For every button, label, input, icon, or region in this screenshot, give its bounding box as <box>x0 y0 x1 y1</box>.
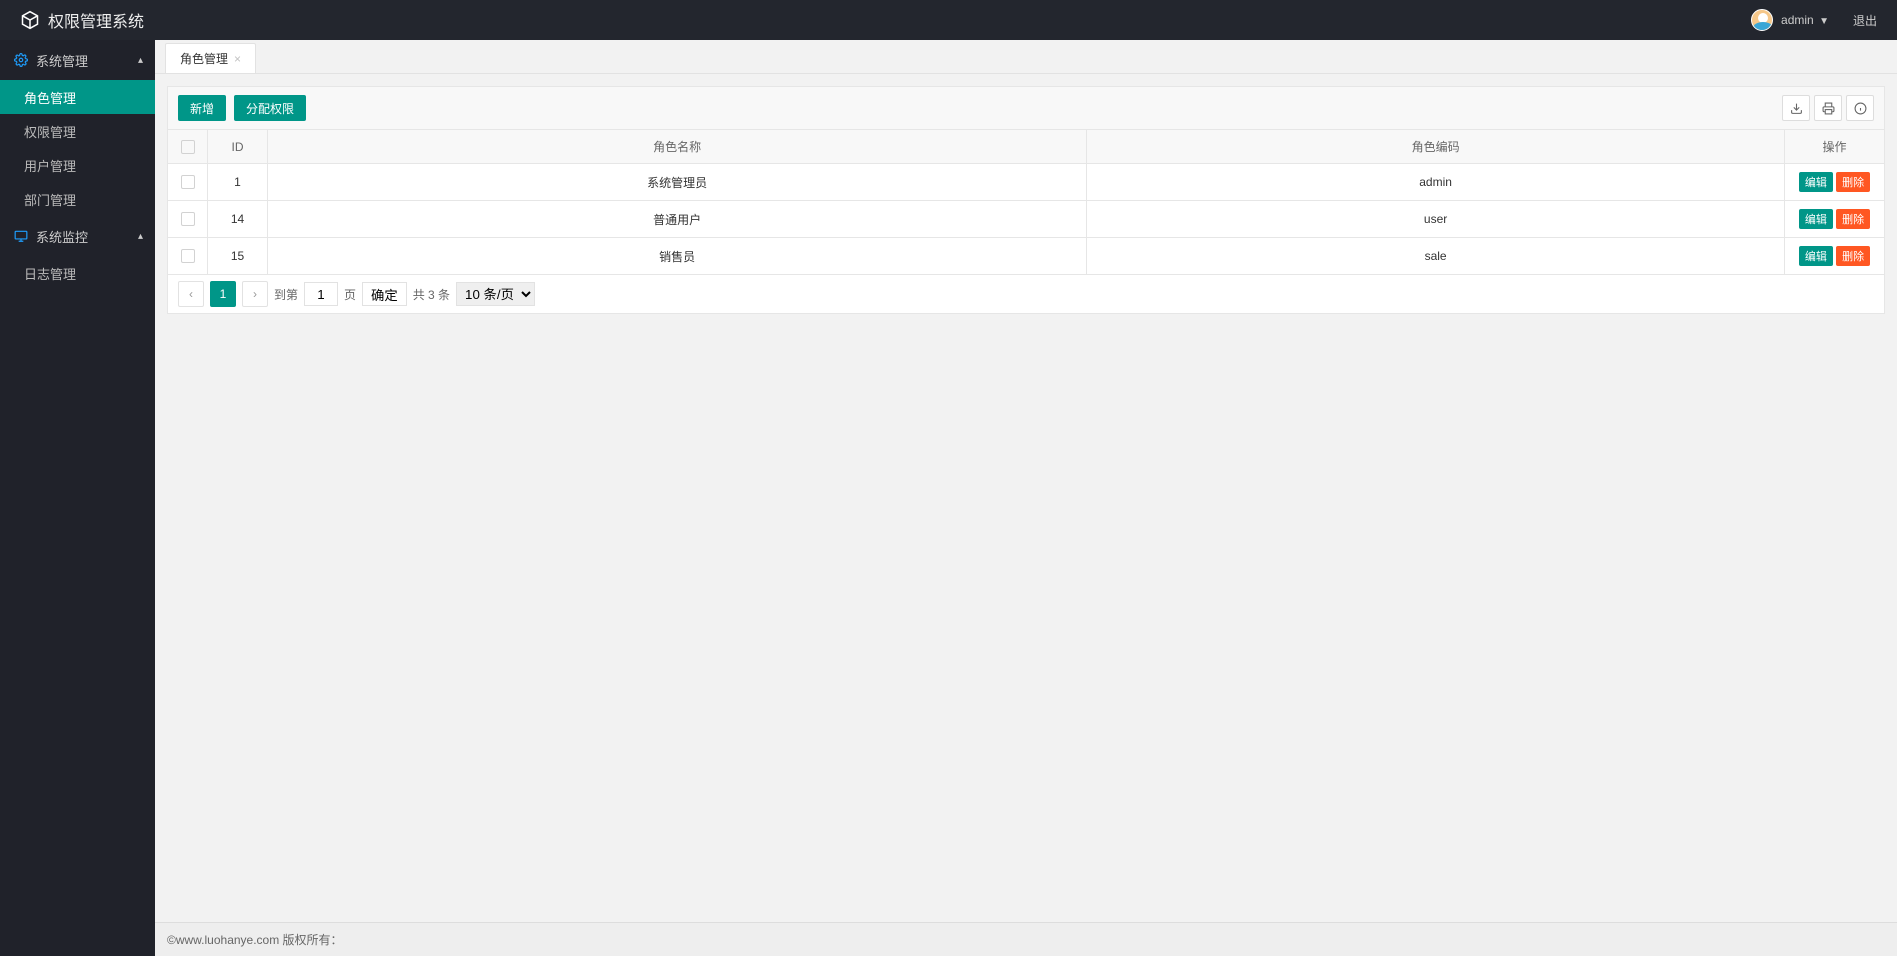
export-icon <box>1790 102 1803 115</box>
footer: ©www.luohanye.com 版权所有： <box>155 922 1897 956</box>
content: 新增 分配权限 ID 角色名称 <box>155 74 1897 922</box>
delete-button[interactable]: 删除 <box>1836 172 1870 192</box>
sidebar-item-user[interactable]: 用户管理 <box>0 148 155 182</box>
close-icon[interactable]: × <box>234 52 241 66</box>
table-header-row: ID 角色名称 角色编码 操作 <box>168 130 1885 164</box>
monitor-icon <box>14 229 28 243</box>
print-icon <box>1822 102 1835 115</box>
add-button[interactable]: 新增 <box>178 95 226 121</box>
select-all-checkbox[interactable] <box>181 140 195 154</box>
cell-id: 15 <box>208 238 268 275</box>
copyright: ©www.luohanye.com 版权所有： <box>167 931 343 948</box>
prev-page-button[interactable]: ‹ <box>178 281 204 307</box>
tab-role[interactable]: 角色管理 × <box>165 43 256 73</box>
sidebar-group-system[interactable]: 系统管理 ▴ <box>0 40 155 80</box>
col-code: 角色编码 <box>1087 130 1785 164</box>
tab-label: 角色管理 <box>180 50 228 67</box>
sidebar-item-log[interactable]: 日志管理 <box>0 256 155 290</box>
data-table: ID 角色名称 角色编码 操作 1 系统管理员 admin 编辑 删 <box>167 129 1885 275</box>
user-area: admin ▼ 退出 <box>1751 9 1877 31</box>
total-count: 共 3 条 <box>413 286 450 303</box>
col-action: 操作 <box>1785 130 1885 164</box>
cell-name: 普通用户 <box>268 201 1087 238</box>
delete-button[interactable]: 删除 <box>1836 209 1870 229</box>
delete-button[interactable]: 删除 <box>1836 246 1870 266</box>
page-suffix: 页 <box>344 286 356 303</box>
row-checkbox[interactable] <box>181 212 195 226</box>
sidebar: 系统管理 ▴ 角色管理 权限管理 用户管理 部门管理 系统监控 ▴ 日志管理 <box>0 40 155 956</box>
sidebar-item-department[interactable]: 部门管理 <box>0 182 155 216</box>
page-1-button[interactable]: 1 <box>210 281 236 307</box>
goto-confirm-button[interactable]: 确定 <box>362 282 407 306</box>
next-page-button[interactable]: › <box>242 281 268 307</box>
gear-icon <box>14 53 28 67</box>
chevron-down-icon: ▼ <box>1819 16 1829 27</box>
cell-code: user <box>1087 201 1785 238</box>
info-icon <box>1854 102 1867 115</box>
avatar <box>1751 9 1773 31</box>
chevron-up-icon: ▴ <box>138 55 143 66</box>
toolbar: 新增 分配权限 <box>167 86 1885 129</box>
sidebar-item-permission[interactable]: 权限管理 <box>0 114 155 148</box>
table-row: 1 系统管理员 admin 编辑 删除 <box>168 164 1885 201</box>
app-title: 权限管理系统 <box>48 8 144 32</box>
goto-label: 到第 <box>274 286 298 303</box>
edit-button[interactable]: 编辑 <box>1799 209 1833 229</box>
sidebar-item-role[interactable]: 角色管理 <box>0 80 155 114</box>
cell-id: 1 <box>208 164 268 201</box>
col-name: 角色名称 <box>268 130 1087 164</box>
main: 角色管理 × 新增 分配权限 <box>155 40 1897 956</box>
table-row: 15 销售员 sale 编辑 删除 <box>168 238 1885 275</box>
cell-id: 14 <box>208 201 268 238</box>
row-checkbox[interactable] <box>181 249 195 263</box>
tabs: 角色管理 × <box>155 40 1897 74</box>
header: 权限管理系统 admin ▼ 退出 <box>0 0 1897 40</box>
sidebar-group-label: 系统监控 <box>36 227 88 246</box>
chevron-up-icon: ▴ <box>138 231 143 242</box>
edit-button[interactable]: 编辑 <box>1799 172 1833 192</box>
cell-code: sale <box>1087 238 1785 275</box>
logo: 权限管理系统 <box>20 8 144 32</box>
print-button[interactable] <box>1814 95 1842 121</box>
col-id: ID <box>208 130 268 164</box>
username: admin <box>1781 13 1814 27</box>
sidebar-group-label: 系统管理 <box>36 51 88 70</box>
cell-name: 销售员 <box>268 238 1087 275</box>
assign-permission-button[interactable]: 分配权限 <box>234 95 306 121</box>
row-checkbox[interactable] <box>181 175 195 189</box>
cube-icon <box>20 10 40 30</box>
sidebar-group-monitor[interactable]: 系统监控 ▴ <box>0 216 155 256</box>
edit-button[interactable]: 编辑 <box>1799 246 1833 266</box>
info-button[interactable] <box>1846 95 1874 121</box>
export-button[interactable] <box>1782 95 1810 121</box>
logout-link[interactable]: 退出 <box>1853 12 1877 29</box>
user-dropdown[interactable]: admin ▼ <box>1781 13 1829 27</box>
cell-code: admin <box>1087 164 1785 201</box>
page-input[interactable] <box>304 282 338 306</box>
cell-name: 系统管理员 <box>268 164 1087 201</box>
page-size-select[interactable]: 10 条/页 <box>456 282 535 306</box>
table-row: 14 普通用户 user 编辑 删除 <box>168 201 1885 238</box>
pager: ‹ 1 › 到第 页 确定 共 3 条 10 条/页 <box>167 275 1885 314</box>
